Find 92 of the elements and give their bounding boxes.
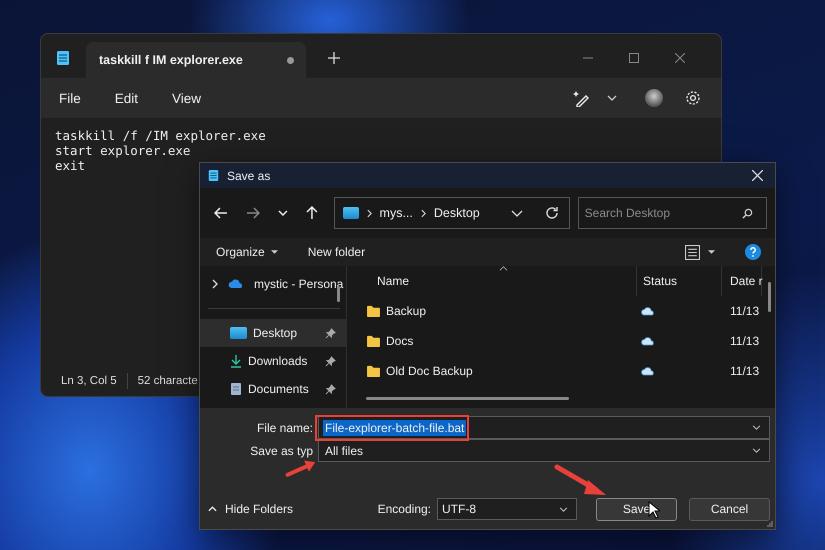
- chevron-icon: [366, 208, 372, 218]
- folder-icon: [366, 365, 381, 377]
- chevron-icon: [208, 506, 217, 512]
- file-row[interactable]: Docs 11/13: [347, 326, 775, 356]
- document-icon: [230, 382, 242, 396]
- field-label: Encoding:: [378, 502, 431, 516]
- desktop-icon: [342, 207, 359, 219]
- cloud-icon: [641, 306, 655, 316]
- avatar[interactable]: [645, 89, 663, 107]
- caret-icon[interactable]: [752, 448, 761, 453]
- menu-item[interactable]: Edit: [108, 90, 144, 106]
- file-row[interactable]: Backup 11/13: [347, 296, 775, 326]
- help-icon[interactable]: [745, 244, 761, 260]
- navigation-item[interactable]: mystic - Persona: [200, 270, 346, 298]
- scrollbar[interactable]: [768, 282, 771, 312]
- mouse-pointer-icon: [648, 501, 660, 519]
- hide-folders-button[interactable]: Hide Folders: [208, 502, 294, 516]
- date-cell-text: 11/13: [729, 364, 760, 378]
- text-line: exit: [55, 158, 86, 173]
- pin-icon: [325, 384, 336, 394]
- encoding-dropdown[interactable]: UTF-8: [437, 498, 577, 520]
- view-list-icon[interactable]: [685, 244, 700, 260]
- pin-icon: [325, 328, 336, 338]
- text-line: start explorer.exe: [55, 143, 190, 158]
- file-name: Old Doc Backup: [386, 364, 473, 378]
- pin-icon: [325, 356, 336, 366]
- notepad-icon: [56, 50, 70, 66]
- folder-icon: [366, 305, 381, 317]
- navigation-label: Desktop: [253, 326, 298, 340]
- new-tab-icon[interactable]: [328, 52, 340, 64]
- navigation-label: Downloads: [248, 354, 308, 368]
- text-line: taskkill /f /IM explorer.exe: [55, 128, 266, 143]
- up-arrow-icon[interactable]: [306, 206, 318, 220]
- search-icon: [742, 208, 753, 219]
- caret-icon[interactable]: [510, 210, 523, 216]
- forward-arrow-icon[interactable]: [246, 207, 260, 219]
- caret-icon[interactable]: [708, 250, 715, 254]
- notepad-icon: [208, 169, 219, 182]
- status-text: 52 characte: [138, 375, 198, 387]
- annotation-arrow: [554, 464, 608, 498]
- navigation-item[interactable]: Downloads: [200, 347, 346, 375]
- dialog-title: Save as: [227, 168, 270, 182]
- folder-icon: [366, 335, 381, 347]
- breadcrumb-item[interactable]: Desktop: [434, 206, 480, 220]
- column-header[interactable]: Name: [347, 266, 637, 296]
- settings-icon[interactable]: [685, 90, 701, 106]
- status-text: Ln 3, Col 5: [61, 375, 117, 387]
- column-header[interactable]: Status: [637, 266, 722, 296]
- field-label: File name:: [256, 420, 314, 434]
- maximize-icon[interactable]: [629, 53, 639, 63]
- cancel-button[interactable]: Cancel: [689, 498, 770, 520]
- menu-item[interactable]: File: [53, 90, 87, 106]
- breadcrumb-item[interactable]: mys...: [380, 206, 413, 220]
- scrollbar[interactable]: [366, 397, 569, 400]
- field-label: Save as typ: [249, 444, 314, 458]
- cloud-icon: [641, 336, 655, 346]
- navigation-item[interactable]: Documents: [200, 375, 346, 403]
- resize-grip-icon[interactable]: [767, 521, 773, 527]
- download-icon: [230, 354, 242, 368]
- file-type-dropdown[interactable]: All files: [318, 439, 770, 462]
- save-button[interactable]: Save: [596, 498, 677, 520]
- search-field[interactable]: Search Desktop: [578, 197, 767, 229]
- column-header[interactable]: Date r: [722, 266, 762, 296]
- date-cell-text: 11/13: [729, 334, 760, 348]
- caret-icon[interactable]: [607, 95, 617, 101]
- toolbar-button[interactable]: Organize: [210, 242, 284, 262]
- navigation-label: mystic - Persona: [254, 277, 344, 291]
- sort-caret-icon[interactable]: [499, 266, 508, 271]
- back-arrow-icon[interactable]: [214, 207, 228, 219]
- menu-item[interactable]: View: [166, 90, 208, 106]
- file-name: Backup: [386, 304, 426, 318]
- refresh-icon[interactable]: [544, 206, 559, 220]
- desktop-icon: [230, 327, 247, 339]
- cloud-icon: [641, 366, 655, 376]
- file-row[interactable]: Old Doc Backup 11/13: [347, 356, 775, 386]
- caret-icon[interactable]: [559, 506, 568, 512]
- navigation-item[interactable]: Desktop: [200, 319, 346, 347]
- annotation-arrow: [285, 459, 317, 478]
- file-name: Docs: [386, 334, 414, 348]
- address-bar[interactable]: mys... Desktop: [334, 197, 570, 229]
- document-tab[interactable]: taskkill f IM explorer.exe: [86, 42, 306, 78]
- file-name-text: File-explorer-batch-file.bat: [323, 420, 466, 436]
- pen-sparkle-icon[interactable]: [573, 89, 591, 107]
- date-cell-text: 11/13: [729, 304, 760, 318]
- caret-icon[interactable]: [270, 250, 278, 254]
- chevron-icon: [420, 208, 426, 218]
- chevron-icon[interactable]: [212, 279, 218, 289]
- toolbar-button[interactable]: New folder: [302, 242, 372, 262]
- cloud-icon: [228, 279, 244, 289]
- file-name-field[interactable]: File-explorer-batch-file.bat: [318, 416, 770, 439]
- caret-icon[interactable]: [752, 425, 761, 430]
- navigation-label: Documents: [248, 382, 309, 396]
